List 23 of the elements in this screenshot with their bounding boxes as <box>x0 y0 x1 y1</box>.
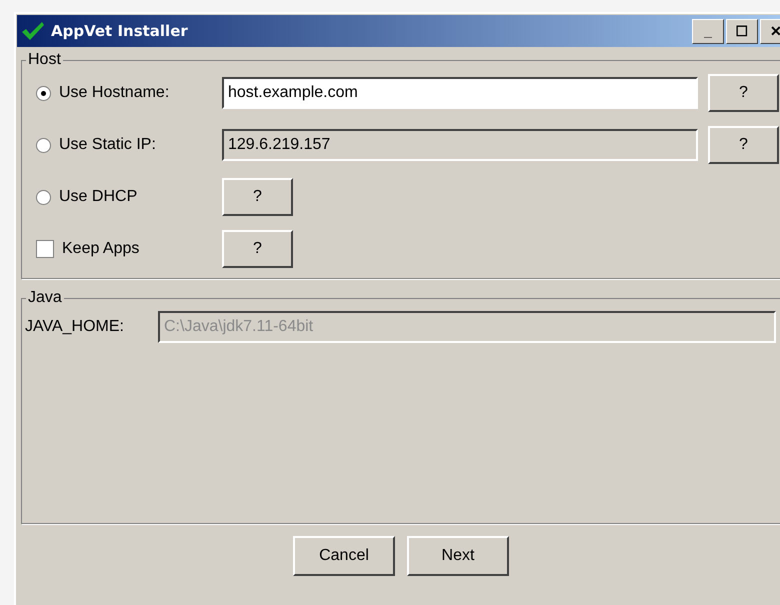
option-label: Use Static IP: <box>59 136 156 154</box>
option-label: Use DHCP <box>59 188 138 206</box>
group-legend: Host <box>26 51 63 69</box>
option-label: Keep Apps <box>62 240 140 258</box>
maximize-button[interactable]: ☐ <box>726 18 758 44</box>
cancel-button[interactable]: Cancel <box>293 536 395 576</box>
radio-button[interactable] <box>36 138 51 152</box>
help-button[interactable]: ? <box>708 74 779 112</box>
window-title: AppVet Installer <box>51 22 189 40</box>
help-button[interactable]: ? <box>708 126 779 164</box>
help-button[interactable]: ? <box>222 178 293 216</box>
radio-button[interactable] <box>36 86 51 100</box>
option-label: Use Hostname: <box>59 84 170 102</box>
group-legend: Java <box>26 289 64 307</box>
checkmark-icon <box>21 21 45 41</box>
input-field[interactable]: 129.6.219.157 <box>222 129 698 161</box>
next-button[interactable]: Next <box>407 536 509 576</box>
checkbox[interactable] <box>36 240 54 258</box>
radio-button[interactable] <box>36 190 51 204</box>
help-button[interactable]: ? <box>222 230 293 268</box>
minimize-button[interactable]: _ <box>692 18 724 44</box>
field-label: JAVA_HOME: <box>25 318 125 336</box>
input-field[interactable]: host.example.com <box>222 77 698 109</box>
